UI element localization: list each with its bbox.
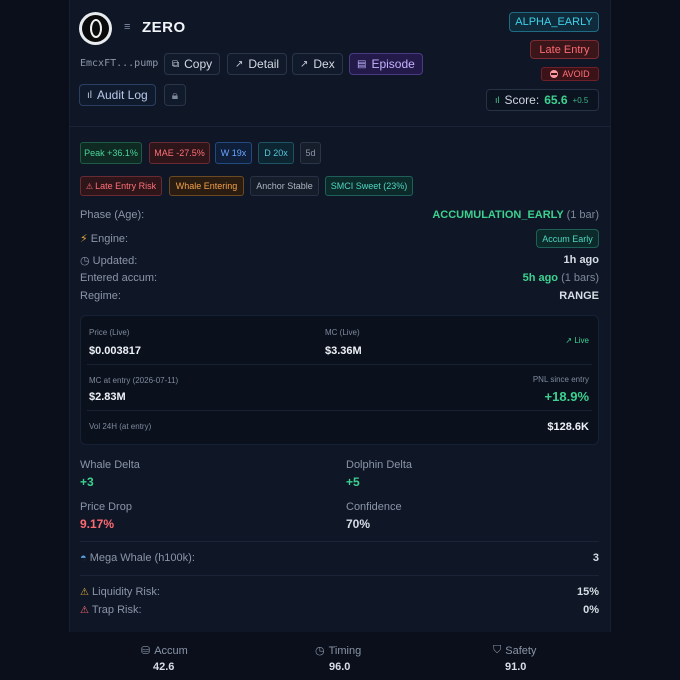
dolphin-delta-label: Dolphin Delta bbox=[346, 459, 413, 471]
database-icon: ⛁ bbox=[141, 645, 151, 657]
entered-value: 5h ago (1 bars) bbox=[522, 272, 599, 284]
dolphin-delta-value: +5 bbox=[346, 475, 360, 489]
confidence-value: 70% bbox=[346, 517, 371, 531]
whale-icon: ◓ bbox=[80, 552, 87, 564]
divider bbox=[80, 575, 599, 576]
price-label: Price (Live) bbox=[89, 328, 130, 337]
d-pill: D 20x bbox=[258, 142, 294, 164]
smci-sweet-pill: SMCI Sweet (23%) bbox=[325, 176, 413, 196]
updated-value: 1h ago bbox=[563, 254, 599, 266]
entered-label: Entered accum: bbox=[80, 272, 158, 284]
copy-button[interactable]: ⧉ Copy bbox=[164, 53, 221, 75]
vol-label: Vol 24H (at entry) bbox=[89, 422, 152, 431]
avoid-badge: AVOID bbox=[541, 67, 599, 81]
bar-chart-icon: ıl bbox=[87, 89, 92, 101]
mc-entry-value: $2.83M bbox=[89, 391, 126, 403]
pnl-value: +18.9% bbox=[544, 389, 589, 404]
price-drop-label: Price Drop bbox=[80, 501, 132, 513]
mc-entry-label: MC at entry (2026-07-11) bbox=[89, 376, 179, 385]
days-pill: 5d bbox=[300, 142, 321, 164]
token-title: ZERO bbox=[142, 19, 186, 36]
divider bbox=[87, 364, 592, 365]
peak-pill: Peak +36.1% bbox=[80, 142, 142, 164]
late-entry-risk-pill: ⚠ Late Entry Risk bbox=[80, 176, 162, 196]
late-entry-badge: Late Entry bbox=[530, 40, 599, 59]
confidence-label: Confidence bbox=[346, 501, 402, 513]
anchor-stable-pill: Anchor Stable bbox=[250, 176, 319, 196]
block-icon bbox=[550, 70, 559, 78]
lightning-icon: ⚡︎ bbox=[80, 233, 88, 245]
score-delta: +0.5 bbox=[572, 95, 589, 105]
menu-icon[interactable]: ≡ bbox=[124, 22, 130, 33]
lock-button[interactable]: 🔒︎ bbox=[164, 84, 186, 106]
clock-icon: ◷ bbox=[80, 255, 90, 267]
trap-risk-value: 0% bbox=[583, 604, 599, 616]
phase-value: ACCUMULATION_EARLY (1 bar) bbox=[432, 209, 599, 221]
accum-value: 42.6 bbox=[153, 661, 175, 673]
safety-label: ⛉ Safety bbox=[493, 644, 537, 657]
trend-up-icon: ↗ bbox=[565, 336, 573, 345]
score-value: 65.6 bbox=[544, 93, 568, 107]
whale-delta-label: Whale Delta bbox=[80, 459, 140, 471]
warning-icon: ⚠ bbox=[80, 605, 89, 616]
updated-label: ◷ Updated: bbox=[80, 255, 138, 267]
price-value: $0.003817 bbox=[89, 345, 141, 357]
trend-up-icon: ↗ bbox=[300, 58, 309, 70]
external-link-icon: ↗ bbox=[235, 58, 244, 70]
token-logo bbox=[79, 12, 112, 45]
episode-button[interactable]: ▤ Episode bbox=[349, 53, 423, 75]
mc-value: $3.36M bbox=[325, 345, 362, 357]
mega-whale-value: 3 bbox=[592, 552, 599, 564]
bar-chart-icon: ıl bbox=[495, 95, 500, 105]
liquidity-risk-label: ⚠ Liquidity Risk: bbox=[80, 586, 160, 598]
whale-delta-value: +3 bbox=[80, 475, 94, 489]
timing-value: 96.0 bbox=[329, 661, 351, 673]
engine-label: ⚡︎ Engine: bbox=[80, 233, 129, 245]
alpha-badge: ALPHA_EARLY bbox=[509, 12, 599, 32]
regime-label: Regime: bbox=[80, 290, 121, 302]
live-indicator: ↗ Live bbox=[565, 336, 589, 345]
mc-label: MC (Live) bbox=[325, 328, 360, 337]
clock-icon: ◷ bbox=[315, 645, 325, 657]
mega-whale-label: ◓ Mega Whale (h100k): bbox=[80, 552, 195, 564]
mae-pill: MAE -27.5% bbox=[149, 142, 210, 164]
divider bbox=[69, 126, 611, 127]
detail-button[interactable]: ↗ Detail bbox=[227, 53, 288, 75]
dex-button[interactable]: ↗ Dex bbox=[292, 53, 343, 75]
copy-icon: ⧉ bbox=[172, 58, 180, 70]
lock-icon: 🔒︎ bbox=[171, 87, 179, 102]
phase-label: Phase (Age): bbox=[80, 209, 145, 221]
document-icon: ▤ bbox=[357, 58, 367, 70]
vol-value: $128.6K bbox=[547, 421, 589, 433]
divider bbox=[87, 410, 592, 411]
engine-badge: Accum Early bbox=[536, 229, 599, 248]
warning-icon: ⚠ bbox=[85, 181, 94, 191]
pnl-label: PNL since entry bbox=[532, 375, 589, 384]
liquidity-risk-value: 15% bbox=[576, 586, 599, 598]
audit-log-button[interactable]: ıl Audit Log bbox=[79, 84, 156, 106]
trap-risk-label: ⚠ Trap Risk: bbox=[80, 604, 142, 616]
warning-icon: ⚠ bbox=[80, 587, 89, 598]
score-box: ıl Score: 65.6 +0.5 bbox=[486, 89, 599, 111]
shield-icon: ⛉ bbox=[493, 644, 502, 656]
w-pill: W 19x bbox=[215, 142, 252, 164]
whale-entering-pill: Whale Entering bbox=[169, 176, 244, 196]
token-address: EmcxFT...pump bbox=[80, 58, 159, 69]
divider bbox=[80, 541, 599, 542]
accum-label: ⛁ Accum bbox=[141, 644, 188, 658]
safety-value: 91.0 bbox=[505, 661, 527, 673]
price-drop-value: 9.17% bbox=[80, 517, 115, 531]
timing-label: ◷ Timing bbox=[315, 644, 362, 658]
regime-value: RANGE bbox=[559, 290, 599, 302]
